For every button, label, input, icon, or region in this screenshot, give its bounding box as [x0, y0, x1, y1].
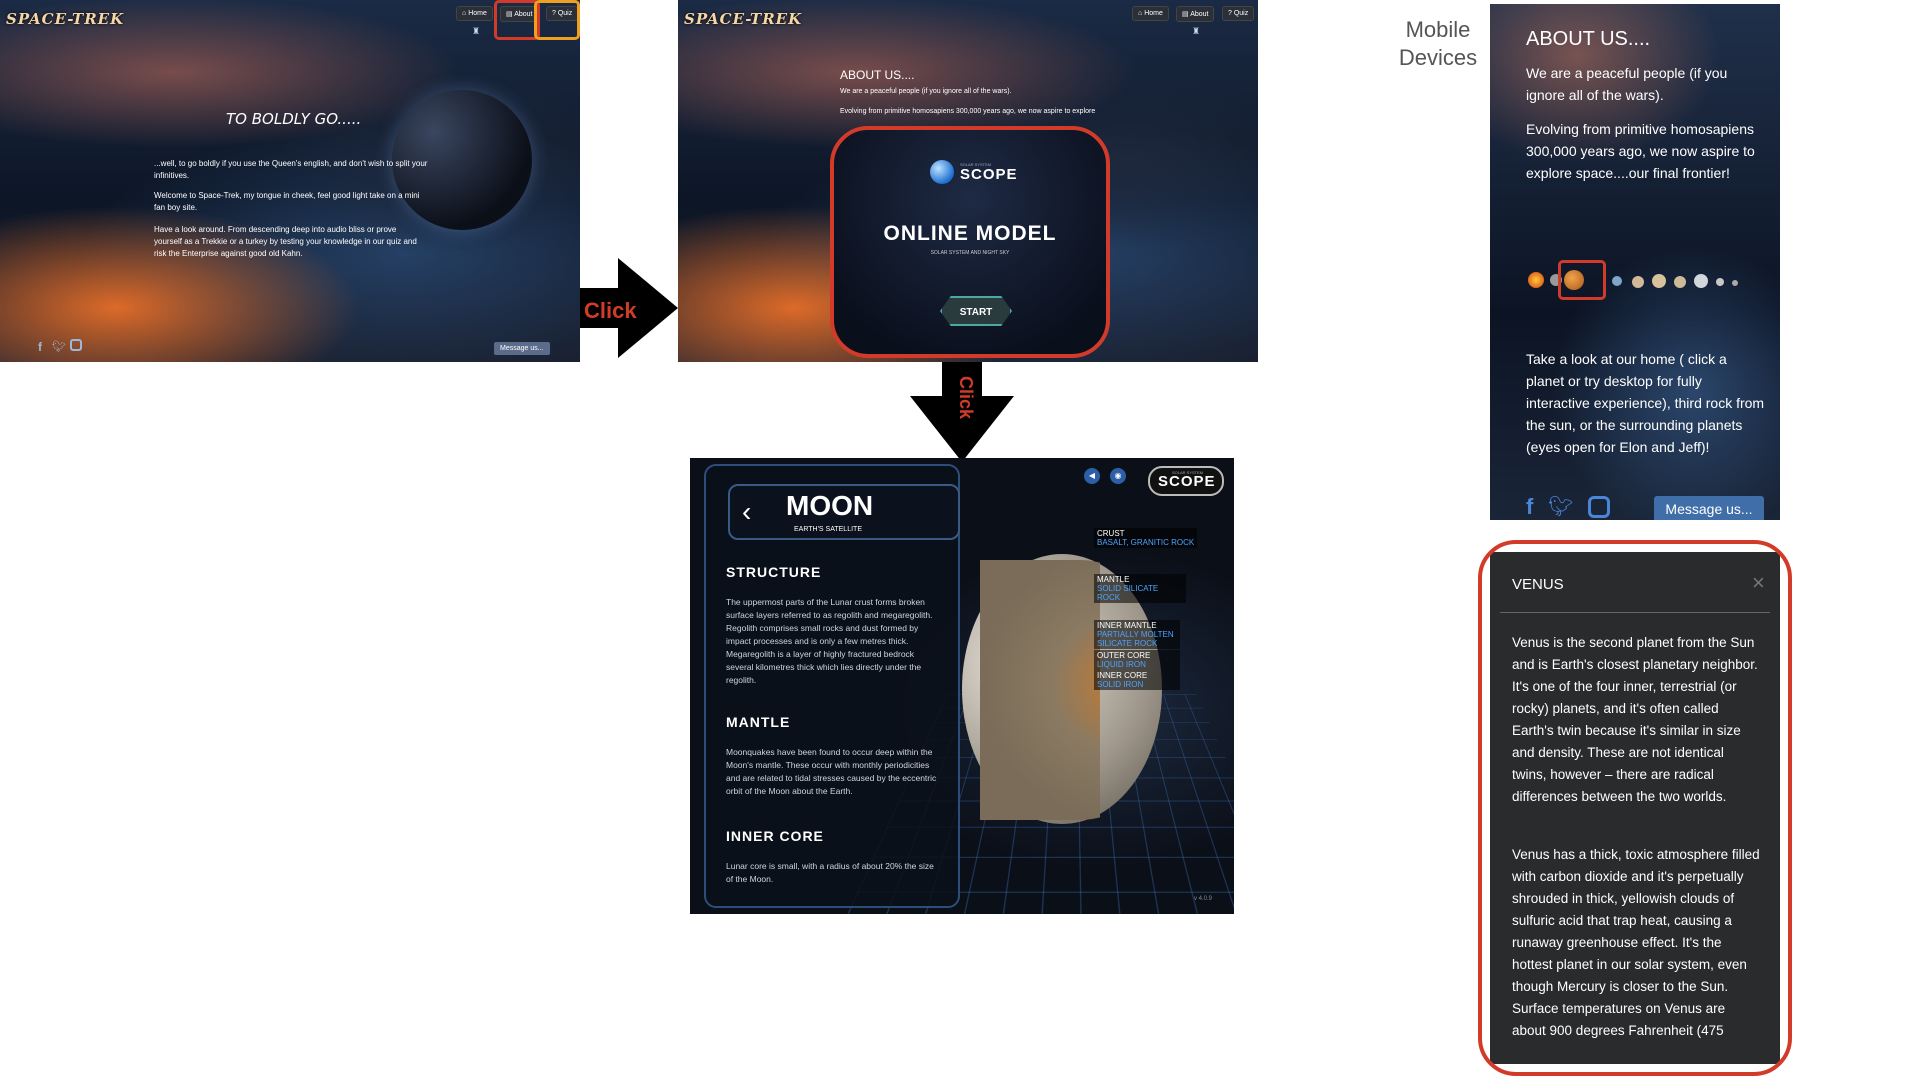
- facebook-icon[interactable]: f: [1526, 494, 1533, 520]
- layer-label-inner-core: INNER CORE SOLID IRON: [1094, 670, 1180, 690]
- moon-scope-screen: ‹ MOON EARTH'S SATELLITE STRUCTURE The u…: [690, 458, 1234, 914]
- mobile-about-heading: ABOUT US....: [1526, 28, 1651, 50]
- layer-label-outer-core: OUTER CORE LIQUID IRON: [1094, 650, 1180, 670]
- inner-core-heading: INNER CORE: [726, 828, 824, 844]
- uranus-planet[interactable]: [1694, 274, 1708, 288]
- structure-heading: STRUCTURE: [726, 564, 822, 580]
- about-text-2: Evolving from primitive homosapiens 300,…: [840, 108, 1096, 115]
- robot-icon: ♜: [1192, 26, 1201, 36]
- scope-modal: SOLAR SYSTEM SCOPE ONLINE MODEL SOLAR SY…: [830, 126, 1110, 358]
- twitter-icon[interactable]: 🐦︎: [52, 340, 66, 353]
- back-chevron-icon[interactable]: ‹: [742, 496, 751, 528]
- sound-icon[interactable]: ◀: [1084, 468, 1100, 484]
- online-model-subtitle: SOLAR SYSTEM AND NIGHT SKY: [930, 250, 1010, 256]
- scope-brand: SCOPE: [960, 166, 1018, 183]
- neptune-planet[interactable]: [1716, 278, 1724, 286]
- about-heading: ABOUT US....: [840, 68, 915, 82]
- mantle-heading: MANTLE: [726, 714, 791, 730]
- robot-icon: ♜: [472, 26, 481, 36]
- saturn-planet[interactable]: [1674, 276, 1686, 288]
- moon-title-box: ‹ MOON EARTH'S SATELLITE: [728, 484, 960, 540]
- scope-brand-badge[interactable]: SOLAR SYSTEM SCOPE: [1148, 466, 1224, 496]
- version-label: v 4.0.9: [1194, 896, 1213, 902]
- instagram-icon[interactable]: [1588, 496, 1610, 518]
- about-text-1: We are a peaceful people (if you ignore …: [840, 88, 1012, 95]
- click-label-down: Click: [956, 376, 976, 420]
- sun-planet[interactable]: [1528, 272, 1544, 288]
- home-welcome-text: Welcome to Space-Trek, my tongue in chee…: [154, 191, 420, 212]
- click-label-right: Click: [584, 298, 637, 323]
- instagram-icon[interactable]: [70, 339, 82, 351]
- scope-logo-icon: [930, 160, 954, 184]
- pluto-planet[interactable]: [1732, 280, 1738, 286]
- twitter-icon[interactable]: 🐦︎: [1548, 494, 1573, 519]
- moon-title: MOON: [786, 490, 874, 521]
- home-intro-text: ...well, to go boldly if you use the Que…: [154, 159, 428, 180]
- highlight-venus-modal: [1478, 540, 1792, 1076]
- site-logo[interactable]: SPACE-TREK: [684, 10, 802, 28]
- home-heading: TO BOLDLY GO.....: [226, 110, 362, 128]
- layer-label-crust: CRUST BASALT, GRANITIC ROCK: [1094, 528, 1198, 548]
- nav-home-button[interactable]: ⌂ Home: [1132, 6, 1169, 21]
- mobile-about-text-1: We are a peaceful people (if you ignore …: [1526, 65, 1728, 103]
- site-logo[interactable]: SPACE-TREK: [6, 10, 124, 28]
- jupiter-planet[interactable]: [1652, 274, 1666, 288]
- screenshot-home: SPACE-TREK ⌂ Home ▤ About ? Quiz ♜ TO BO…: [0, 0, 580, 362]
- inner-core-text: Lunar core is small, with a radius of ab…: [726, 861, 934, 884]
- online-model-title: ONLINE MODEL: [883, 222, 1057, 245]
- nav-quiz-button[interactable]: ? Quiz: [1222, 6, 1255, 21]
- mobile-about-screen: ABOUT US.... We are a peaceful people (i…: [1490, 4, 1780, 520]
- highlight-quiz: [534, 0, 580, 40]
- moon-subtitle: EARTH'S SATELLITE: [794, 526, 862, 533]
- structure-text: The uppermost parts of the Lunar crust f…: [726, 597, 933, 685]
- layer-label-inner-mantle: INNER MANTLE PARTIALLY MOLTEN SILICATE RO…: [1094, 620, 1180, 649]
- mars-planet[interactable]: [1632, 276, 1644, 288]
- nav-about-button[interactable]: ▤ About: [1176, 6, 1215, 22]
- mobile-about-text-2: Evolving from primitive homosapiens 300,…: [1526, 121, 1755, 181]
- mobile-about-text-3: Take a look at our home ( click a planet…: [1526, 351, 1765, 455]
- earth-planet[interactable]: [1612, 276, 1622, 286]
- facebook-icon[interactable]: f: [38, 340, 42, 354]
- home-explore-text: Have a look around. From descending deep…: [154, 225, 417, 258]
- moon-info-panel: ‹ MOON EARTH'S SATELLITE STRUCTURE The u…: [704, 464, 960, 908]
- message-us-button[interactable]: Message us...: [494, 342, 550, 355]
- nav-home-button[interactable]: ⌂ Home: [456, 6, 493, 21]
- layer-label-mantle: MANTLE SOLID SILICATE ROCK: [1094, 574, 1186, 603]
- eye-icon[interactable]: ◉: [1110, 468, 1126, 484]
- message-us-button[interactable]: Message us...: [1654, 496, 1764, 520]
- start-button[interactable]: START: [940, 296, 1012, 326]
- mobile-devices-label: Mobile Devices: [1398, 17, 1478, 70]
- mantle-text: Moonquakes have been found to occur deep…: [726, 747, 937, 796]
- highlight-venus: [1558, 260, 1606, 300]
